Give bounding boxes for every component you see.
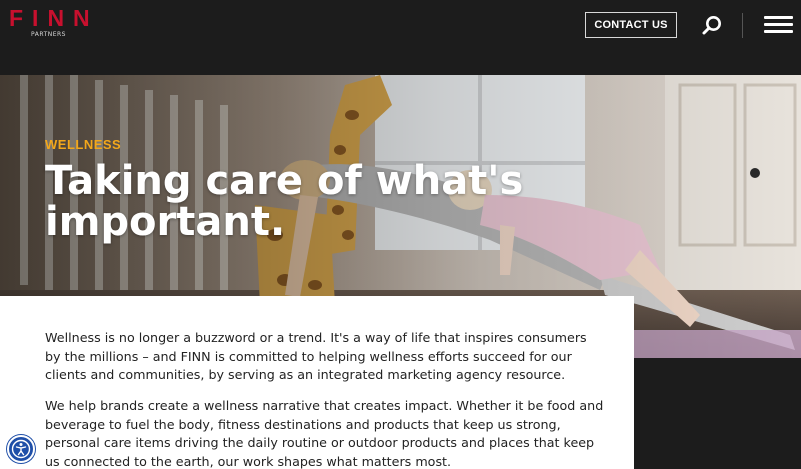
logo-subtext: PARTNERS — [31, 31, 66, 38]
intro-paragraph: Wellness is no longer a buzzword or a tr… — [45, 330, 587, 383]
accessibility-button[interactable] — [7, 435, 35, 463]
accessibility-icon — [11, 439, 31, 459]
site-header: FINN PARTNERS CONTACT US — [0, 0, 801, 75]
contact-us-button[interactable]: CONTACT US — [585, 12, 677, 38]
search-icon[interactable] — [701, 14, 723, 36]
header-divider — [742, 13, 743, 38]
body-paragraph: We help brands create a wellness narrati… — [45, 398, 604, 469]
finn-partners-logo[interactable]: FINN PARTNERS — [9, 6, 99, 42]
page-title: Taking care of what's important. — [45, 158, 524, 245]
menu-icon[interactable] — [764, 16, 793, 34]
page: FINN PARTNERS CONTACT US WELLNESS Taking… — [0, 0, 801, 469]
logo-wordmark: FINN — [9, 5, 99, 31]
hero-text-block: WELLNESS Taking care of what's important… — [45, 137, 525, 243]
content-card: Wellness is no longer a buzzword or a tr… — [0, 296, 634, 469]
side-panel — [634, 358, 801, 469]
category-label[interactable]: WELLNESS — [45, 137, 525, 152]
